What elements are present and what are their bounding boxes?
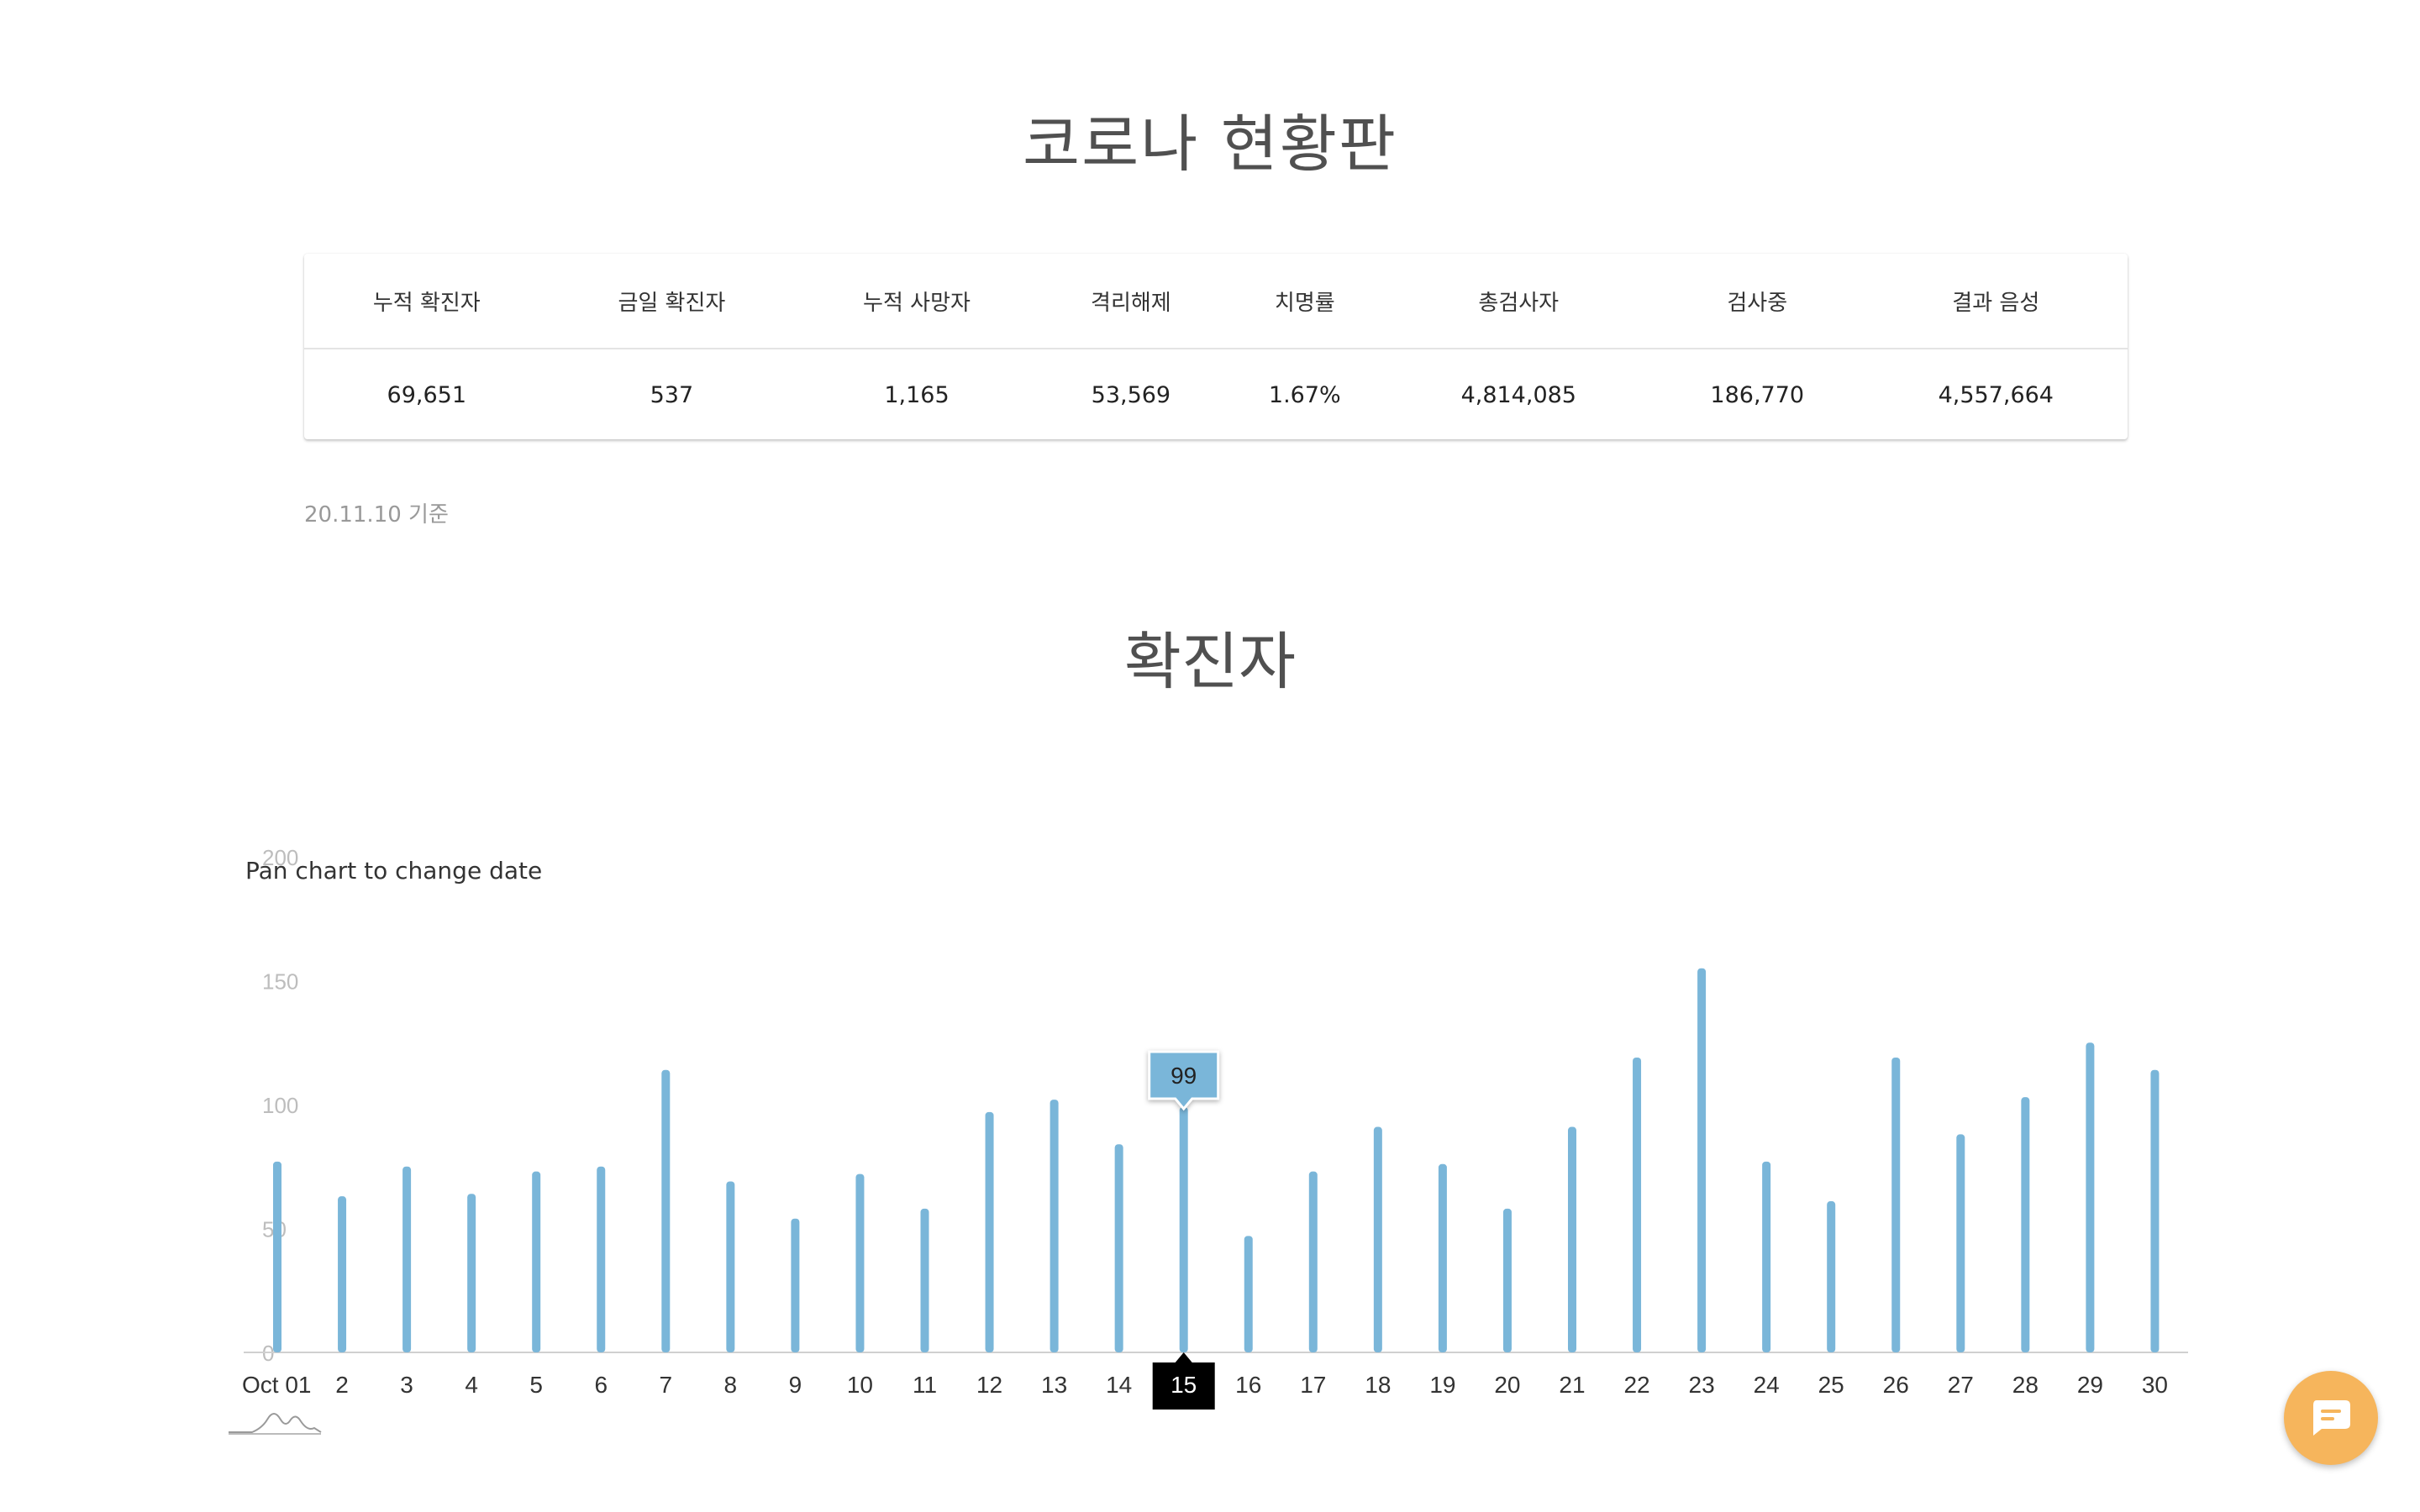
chart-bar[interactable] [1114, 1144, 1123, 1352]
chart-bar[interactable] [1373, 1126, 1382, 1352]
x-tick-label[interactable]: 9 [789, 1372, 802, 1398]
chart-bar[interactable] [273, 1161, 281, 1352]
chart-bar[interactable] [2086, 1042, 2095, 1352]
chart-bar[interactable] [1502, 1208, 1512, 1352]
chat-button[interactable] [2284, 1371, 2378, 1465]
mini-navigator-sparkline[interactable] [229, 1413, 322, 1433]
chart-bar[interactable] [597, 1166, 606, 1352]
chart-bar[interactable] [532, 1171, 541, 1352]
x-tick-label[interactable]: 4 [465, 1372, 478, 1398]
chart-bar[interactable] [1308, 1171, 1318, 1352]
x-tick-label[interactable]: 14 [1106, 1372, 1132, 1398]
x-tick-label[interactable]: 12 [976, 1372, 1002, 1398]
x-tick-label[interactable]: 8 [724, 1372, 738, 1398]
x-tick-label[interactable]: 17 [1300, 1372, 1326, 1398]
chart-bar[interactable] [1697, 968, 1707, 1352]
y-tick-label: 100 [262, 1093, 298, 1118]
chart-bar[interactable] [1633, 1057, 1642, 1352]
x-tick-label[interactable]: 5 [529, 1372, 543, 1398]
chart-bar[interactable] [1891, 1057, 1901, 1352]
x-tick-label[interactable]: 7 [660, 1372, 673, 1398]
x-tick-label[interactable]: 2 [335, 1372, 349, 1398]
x-tick-label[interactable]: 3 [400, 1372, 413, 1398]
x-tick-label[interactable]: 25 [1818, 1372, 1844, 1398]
x-tick-label[interactable]: 21 [1559, 1372, 1585, 1398]
x-tick-label[interactable]: Oct 01 [242, 1372, 311, 1398]
chart-bar[interactable] [985, 1111, 994, 1352]
chart-bar[interactable] [1762, 1161, 1771, 1352]
tooltip-value: 99 [1171, 1063, 1197, 1089]
x-tick-label[interactable]: 15 [1171, 1372, 1197, 1398]
chart-bar[interactable] [920, 1208, 929, 1352]
chart-bar[interactable] [1956, 1134, 1965, 1352]
selected-date-pointer [1175, 1352, 1192, 1362]
chart-bar[interactable] [1438, 1163, 1447, 1352]
chart-bar[interactable] [1050, 1100, 1059, 1352]
x-tick-label[interactable]: 11 [913, 1372, 937, 1398]
chat-bubble-icon [2313, 1400, 2350, 1436]
chart-bar[interactable] [1568, 1126, 1576, 1352]
x-tick-label[interactable]: 16 [1235, 1372, 1261, 1398]
chart-bar[interactable] [467, 1194, 476, 1352]
x-tick-label[interactable]: 18 [1365, 1372, 1391, 1398]
x-tick-label[interactable]: 6 [594, 1372, 608, 1398]
x-tick-label[interactable]: 23 [1689, 1372, 1715, 1398]
x-tick-label[interactable]: 28 [2012, 1372, 2039, 1398]
chart-help-text: Pan chart to change date [245, 857, 543, 885]
chart-bar[interactable] [2150, 1069, 2160, 1352]
chart-bar[interactable] [2021, 1097, 2030, 1352]
chart-bar[interactable] [338, 1196, 347, 1352]
x-tick-label[interactable]: 10 [847, 1372, 873, 1398]
chart-bar[interactable] [402, 1166, 412, 1352]
chart-bar[interactable] [661, 1069, 671, 1352]
chart-bar[interactable] [1827, 1201, 1836, 1352]
x-tick-label[interactable]: 13 [1041, 1372, 1067, 1398]
x-tick-label[interactable]: 22 [1623, 1372, 1649, 1398]
x-tick-label[interactable]: 24 [1754, 1372, 1780, 1398]
x-tick-label[interactable]: 29 [2077, 1372, 2103, 1398]
y-tick-label: 150 [262, 969, 298, 995]
chart-bar[interactable] [855, 1173, 865, 1352]
chart-bar[interactable] [1179, 1106, 1188, 1352]
chart-bar[interactable] [791, 1218, 800, 1352]
confirmed-bar-chart[interactable]: 050100150200Oct 012345678910111213141516… [0, 0, 2420, 1512]
x-tick-label[interactable]: 27 [1948, 1372, 1974, 1398]
x-tick-label[interactable]: 30 [2142, 1372, 2168, 1398]
chart-bar[interactable] [1244, 1236, 1253, 1352]
chart-bar[interactable] [726, 1181, 735, 1352]
x-tick-label[interactable]: 20 [1494, 1372, 1520, 1398]
x-tick-label[interactable]: 26 [1883, 1372, 1909, 1398]
x-tick-label[interactable]: 19 [1429, 1372, 1455, 1398]
